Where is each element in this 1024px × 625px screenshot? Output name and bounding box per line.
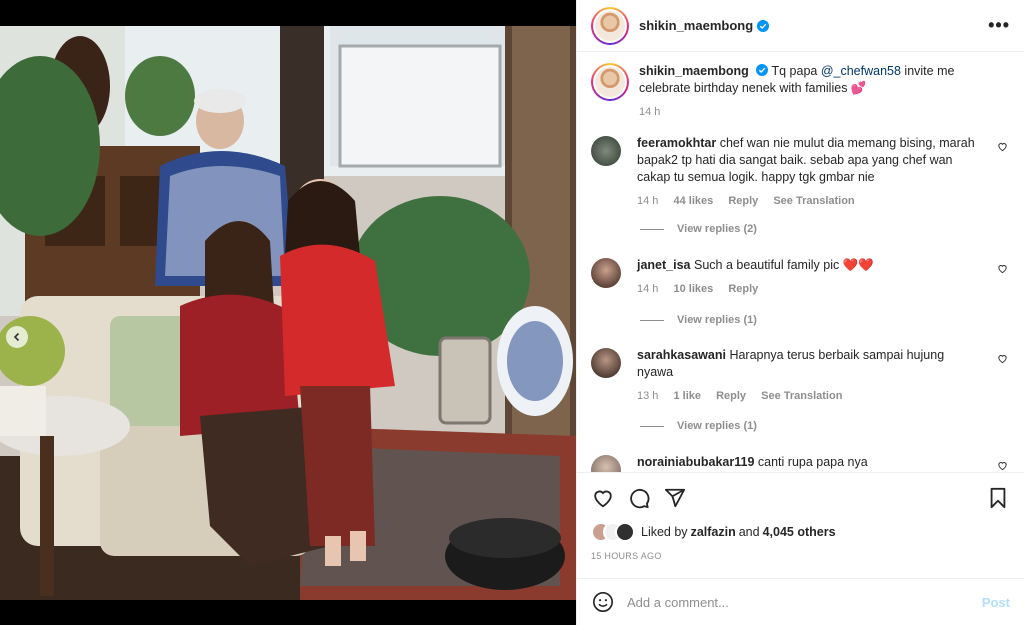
view-replies-button[interactable]: View replies (2) [640, 223, 757, 235]
comment-item: norainiabubakar119 canti rupa papa nya [591, 454, 1010, 472]
commenter-avatar[interactable] [591, 455, 621, 472]
comment-time: 14 h [637, 195, 659, 207]
caption-mention[interactable]: @_chefwan58 [821, 64, 901, 78]
instagram-post-modal: shikin_maembong ••• shikin_maembong Tq p… [0, 0, 1024, 625]
more-options-icon[interactable]: ••• [988, 15, 1010, 36]
verified-badge-icon [757, 19, 770, 32]
author-avatar[interactable] [591, 6, 629, 45]
paper-plane-icon [664, 488, 686, 507]
caption-body: shikin_maembong Tq papa @_chefwan58 invi… [639, 63, 969, 121]
save-button[interactable] [986, 486, 1010, 510]
caption-username[interactable]: shikin_maembong [639, 64, 749, 78]
commenter-avatar[interactable] [591, 136, 621, 166]
post-actions [577, 472, 1024, 522]
liked-by-middle: and [738, 525, 760, 539]
liked-by-prefix: Liked by [641, 525, 688, 539]
like-button[interactable] [591, 486, 615, 510]
comment-username[interactable]: norainiabubakar119 [637, 455, 754, 469]
comments-list[interactable]: shikin_maembong Tq papa @_chefwan58 invi… [577, 53, 1024, 472]
heart-icon [594, 490, 612, 507]
comment-likes[interactable]: 10 likes [673, 283, 713, 295]
comment-text: Such a beautiful family pic ❤️❤️ [694, 258, 874, 272]
caption-time: 14 h [639, 106, 661, 118]
view-replies-label: View replies (1) [677, 314, 757, 326]
comment-time: 13 h [637, 390, 659, 402]
caption-avatar[interactable] [591, 63, 629, 101]
share-button[interactable] [663, 486, 687, 510]
comment-bubble-icon [630, 488, 650, 508]
see-translation-button[interactable]: See Translation [773, 195, 854, 207]
like-comment-heart-icon[interactable] [997, 460, 1008, 471]
bookmark-icon [990, 487, 1006, 508]
post-comment-button[interactable]: Post [982, 595, 1010, 610]
comment-item: janet_isa Such a beautiful family pic ❤️… [591, 257, 1010, 298]
view-replies-button[interactable]: View replies (1) [640, 420, 757, 432]
comment-likes[interactable]: 1 like [673, 390, 701, 402]
chevron-left-icon [13, 332, 20, 342]
comment-button[interactable] [627, 486, 651, 510]
comment-item: feeramokhtar chef wan nie mulut dia mema… [591, 135, 1010, 210]
view-replies-label: View replies (1) [677, 420, 757, 432]
add-comment-bar: Post [577, 578, 1024, 625]
comment-input[interactable] [627, 594, 982, 610]
family-photo [0, 26, 576, 600]
commenter-avatar[interactable] [591, 258, 621, 288]
like-comment-heart-icon[interactable] [997, 353, 1008, 364]
post-header: shikin_maembong ••• [577, 0, 1024, 52]
emoji-button[interactable] [591, 590, 615, 614]
liker-avatars [591, 522, 637, 542]
comment-reply-button[interactable]: Reply [728, 195, 758, 207]
view-replies-label: View replies (2) [677, 223, 757, 235]
post-side-panel: shikin_maembong ••• shikin_maembong Tq p… [576, 0, 1024, 625]
comment-likes[interactable]: 44 likes [673, 195, 713, 207]
post-timestamp: 15 HOURS AGO [591, 551, 662, 561]
comment-reply-button[interactable]: Reply [716, 390, 746, 402]
view-replies-button[interactable]: View replies (1) [640, 314, 757, 326]
like-comment-heart-icon[interactable] [997, 141, 1008, 152]
comment-username[interactable]: feeramokhtar [637, 136, 716, 150]
previous-photo-button[interactable] [6, 326, 28, 348]
comment-username[interactable]: janet_isa [637, 258, 691, 272]
like-comment-heart-icon[interactable] [997, 263, 1008, 274]
author-username[interactable]: shikin_maembong [639, 18, 753, 33]
post-media [0, 0, 576, 625]
commenter-avatar[interactable] [591, 348, 621, 378]
comment-text: canti rupa papa nya [757, 455, 868, 469]
liked-by-user[interactable]: zalfazin [691, 525, 736, 539]
post-photo[interactable] [0, 26, 576, 600]
verified-badge-icon [756, 64, 769, 76]
caption-text-before: Tq papa [771, 64, 821, 78]
likes-summary: Liked by zalfazin and 4,045 others [591, 522, 836, 542]
post-caption: shikin_maembong Tq papa @_chefwan58 invi… [577, 53, 1024, 121]
see-translation-button[interactable]: See Translation [761, 390, 842, 402]
comment-item: sarahkasawani Harapnya terus berbaik sam… [591, 347, 1010, 405]
comment-username[interactable]: sarahkasawani [637, 348, 726, 362]
liked-by-others[interactable]: 4,045 others [763, 525, 836, 539]
comment-reply-button[interactable]: Reply [728, 283, 758, 295]
comment-time: 14 h [637, 283, 659, 295]
emoji-smiley-icon [593, 592, 613, 612]
